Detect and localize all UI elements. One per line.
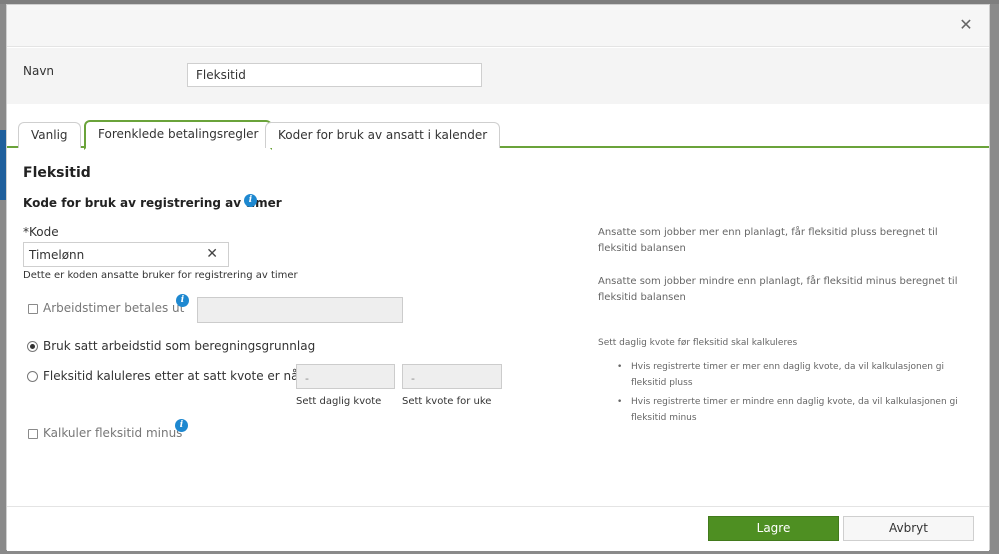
tab-vanlig[interactable]: Vanlig: [18, 122, 81, 148]
cancel-button[interactable]: Avbryt: [843, 516, 974, 541]
close-icon[interactable]: ✕: [957, 16, 975, 34]
daily-quota-input[interactable]: -: [296, 364, 395, 389]
name-section: Navn: [7, 48, 989, 104]
paid-hours-label: Arbeidstimer betales ut: [43, 301, 185, 315]
calc-minus-label: Kalkuler fleksitid minus: [43, 426, 183, 440]
daily-quota-caption: Sett daglig kvote: [296, 396, 382, 407]
help-plus-text: Ansatte som jobber mer enn planlagt, får…: [598, 227, 938, 254]
section-title: Fleksitid: [23, 165, 91, 181]
info-icon[interactable]: i: [175, 419, 188, 432]
tab-koder-kalender[interactable]: Koder for bruk av ansatt i kalender: [265, 122, 501, 148]
tab-forenklede-betalingsregler[interactable]: Forenklede betalingsregler: [84, 120, 273, 150]
code-select[interactable]: Timelønn ✕: [23, 242, 229, 267]
help-bullet-list: Hvis registrerte timer er mer enn daglig…: [617, 359, 977, 429]
name-label: Navn: [23, 64, 55, 78]
calc-minus-checkbox[interactable]: [28, 429, 38, 439]
name-input[interactable]: [187, 63, 482, 87]
radio-schedule-basis[interactable]: [27, 341, 38, 352]
help-bullet: Hvis registrerte timer er mindre enn dag…: [617, 394, 977, 426]
paid-hours-checkbox[interactable]: [28, 304, 38, 314]
weekly-quota-input[interactable]: -: [402, 364, 502, 389]
code-label: *Kode: [23, 225, 59, 239]
info-icon[interactable]: i: [176, 294, 189, 307]
dialog-header: ✕: [7, 5, 989, 47]
code-help-text: Dette er koden ansatte bruker for regist…: [23, 270, 298, 281]
help-minus-text: Ansatte som jobber mindre enn planlagt, …: [598, 276, 958, 303]
code-value: Timelønn: [29, 248, 85, 262]
tab-bar: Vanlig Forenklede betalingsregler Koder …: [7, 119, 989, 150]
radio-schedule-label: Bruk satt arbeidstid som beregningsgrunn…: [43, 339, 316, 353]
paid-hours-input[interactable]: [197, 297, 403, 323]
subsection-title: Kode for bruk av registrering av timer: [23, 196, 282, 210]
clear-icon[interactable]: ✕: [206, 246, 218, 262]
edit-code-dialog: ✕ Navn Vanlig Forenklede betalingsregler…: [6, 4, 990, 551]
help-bullet: Hvis registrerte timer er mer enn daglig…: [617, 359, 977, 391]
save-button[interactable]: Lagre: [708, 516, 839, 541]
dialog-footer: Lagre Avbryt: [7, 506, 989, 551]
radio-quota-basis[interactable]: [27, 371, 38, 382]
help-quota-text: Sett daglig kvote før fleksitid skal kal…: [598, 338, 798, 348]
radio-quota-label: Fleksitid kaluleres etter at satt kvote …: [43, 369, 314, 383]
weekly-quota-caption: Sett kvote for uke: [402, 396, 492, 407]
info-icon[interactable]: i: [244, 194, 257, 207]
